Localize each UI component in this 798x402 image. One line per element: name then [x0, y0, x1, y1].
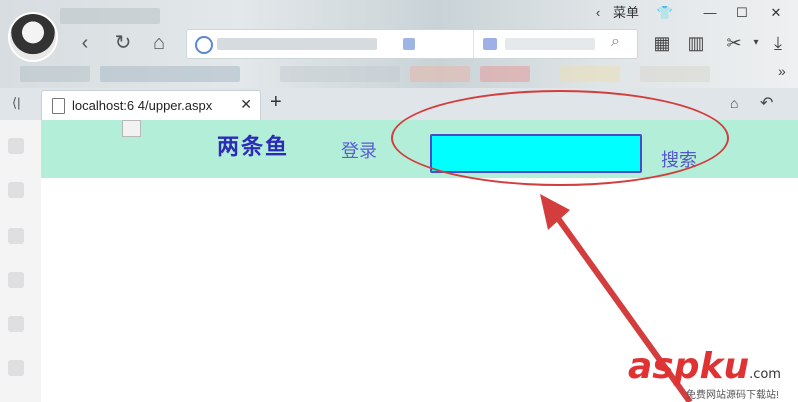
broken-image-icon: [122, 120, 141, 137]
tab-current[interactable]: localhost:6⁠ ⁠4/upper.aspx ✕: [41, 90, 261, 121]
chevron-left-icon[interactable]: ‹: [592, 3, 604, 23]
more-bookmarks-icon[interactable]: »: [778, 63, 786, 79]
skin-icon[interactable]: 👕: [655, 3, 675, 23]
scissors-icon[interactable]: ✂: [722, 31, 746, 55]
new-tab-button[interactable]: +: [270, 91, 282, 114]
maximize-button[interactable]: ☐: [732, 3, 752, 23]
tab-title: localhost:6⁠ ⁠4/upper.aspx: [72, 98, 213, 113]
sidebar-toggle-icon[interactable]: ⟨|: [12, 95, 20, 111]
bookmarks-bar: »: [0, 60, 798, 86]
apps-grid-icon[interactable]: ▦: [650, 31, 674, 55]
address-divider: [473, 30, 474, 58]
back-icon[interactable]: ‹: [72, 30, 98, 56]
security-icon: [195, 36, 213, 54]
undo-icon[interactable]: ↶: [760, 93, 773, 113]
close-window-button[interactable]: ✕: [766, 3, 786, 23]
side-item[interactable]: [8, 228, 24, 244]
blurred-area: [60, 8, 160, 24]
search-engine-icon: [483, 38, 497, 50]
side-item[interactable]: [8, 316, 24, 332]
blurred-url: [217, 38, 377, 50]
refresh-icon[interactable]: ↻: [110, 30, 136, 56]
blurred-url: [403, 38, 415, 50]
watermark-logo: aspku.com 免费网站源码下载站!: [628, 346, 781, 401]
menu-button[interactable]: 菜单: [610, 3, 642, 23]
site-title: 两条鱼: [217, 134, 290, 160]
side-item[interactable]: [8, 182, 24, 198]
chevron-down-icon[interactable]: ▾: [744, 31, 768, 55]
document-icon: [52, 98, 65, 114]
login-link[interactable]: 登录: [341, 137, 377, 163]
search-icon[interactable]: ⌕: [611, 33, 620, 51]
side-item[interactable]: [8, 272, 24, 288]
book-icon[interactable]: ▥: [684, 31, 708, 55]
highlight-ellipse: [391, 90, 729, 186]
browser-toolbar: ‹ 菜单 👕 — ☐ ✕ ‹ ↻ ⌂ ⌕ ▦ ▥ ✂ ▾ ⤓ »: [0, 0, 798, 88]
user-avatar[interactable]: [10, 14, 56, 60]
home-icon[interactable]: ⌂: [146, 30, 172, 56]
trash-icon[interactable]: ⌂: [730, 95, 738, 111]
side-item[interactable]: [8, 360, 24, 376]
blurred-search: [505, 38, 595, 50]
side-item[interactable]: [8, 138, 24, 154]
close-icon[interactable]: ✕: [240, 96, 252, 113]
download-icon[interactable]: ⤓: [766, 31, 790, 55]
side-panel: [0, 120, 42, 402]
minimize-button[interactable]: —: [700, 3, 720, 23]
address-bar[interactable]: ⌕: [186, 29, 638, 59]
